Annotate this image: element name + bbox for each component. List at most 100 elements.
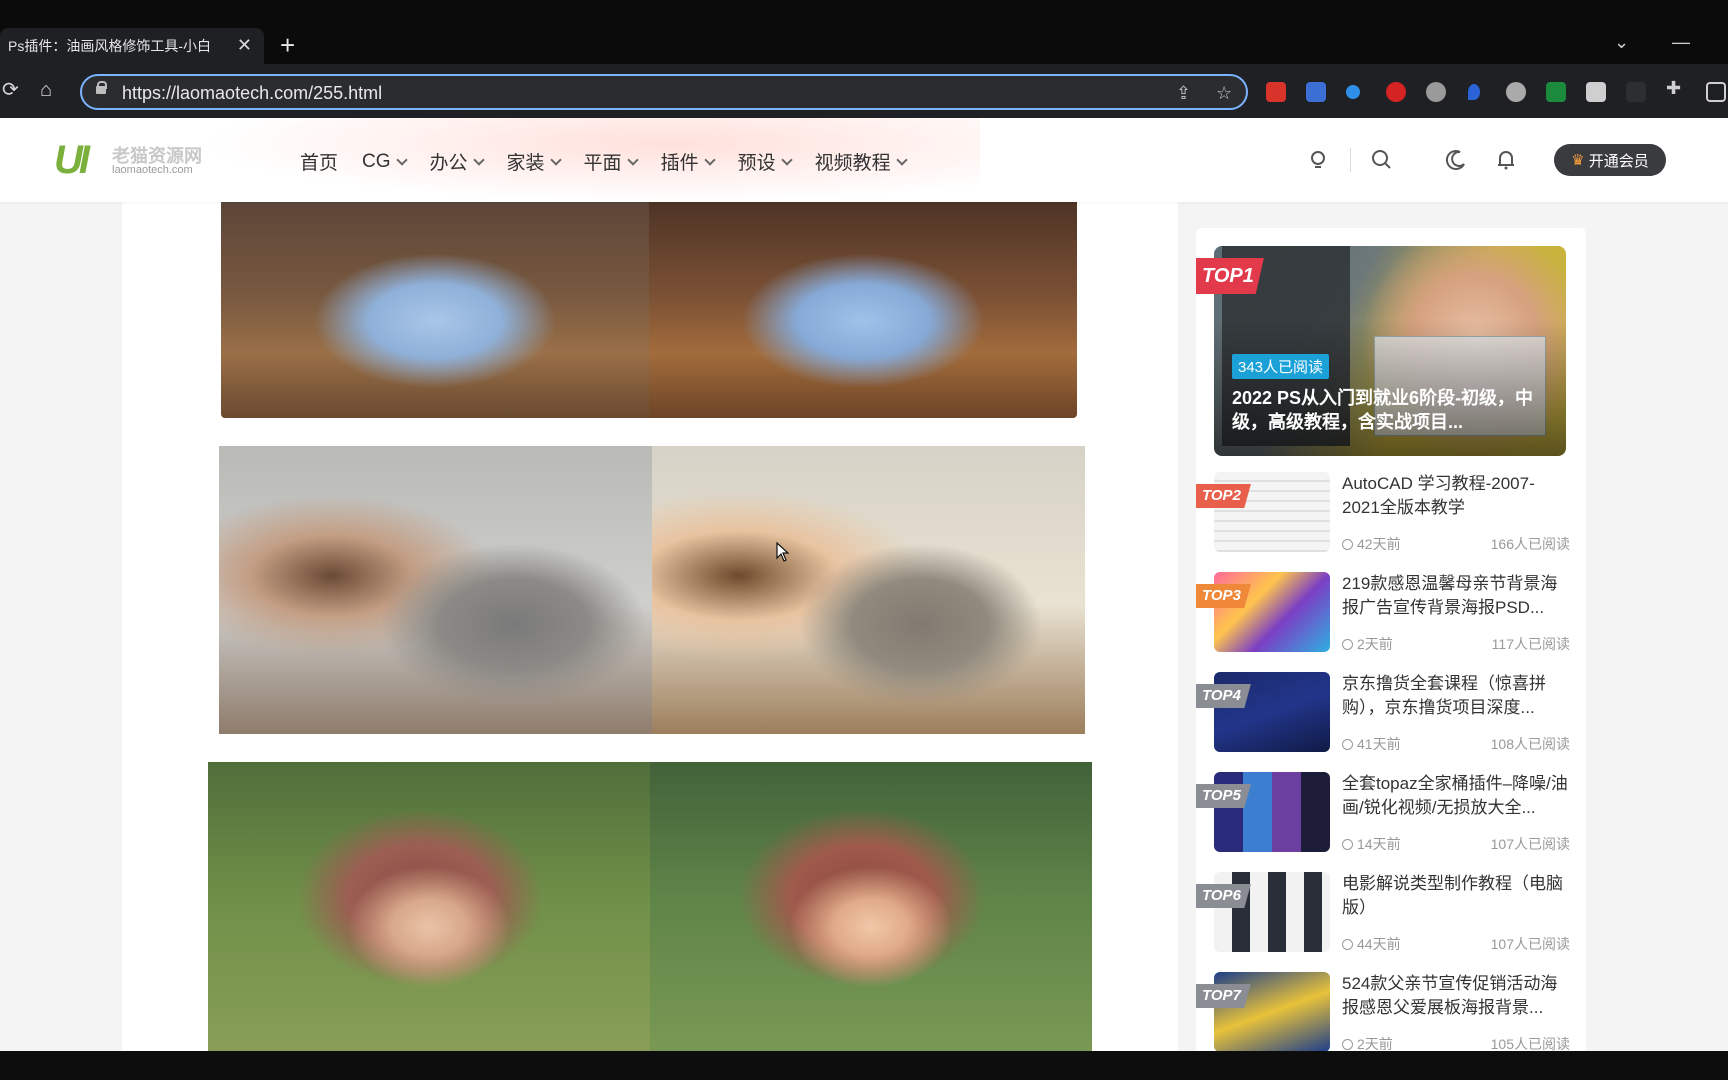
- extension-clip-icon[interactable]: [1306, 82, 1326, 102]
- membership-label: 开通会员: [1588, 152, 1649, 170]
- extension-card-icon[interactable]: [1586, 82, 1606, 102]
- ranking-item[interactable]: TOP3 219款感恩温馨母亲节背景海报广告宣传背景海报PSD... 2天前 1…: [1196, 572, 1586, 660]
- site-logo[interactable]: UI 老猫资源网 laomaotech.com: [54, 140, 204, 180]
- dark-mode-moon-icon[interactable]: [1442, 146, 1470, 174]
- extension-blank-icon[interactable]: [1626, 82, 1646, 102]
- url-text[interactable]: https://laomaotech.com/255.html: [122, 83, 382, 104]
- ranking-item[interactable]: TOP4 京东撸货全套课程（惊喜拼购），京东撸货项目深度... 41天前 108…: [1196, 672, 1586, 760]
- ranking-item[interactable]: TOP7 524款父亲节宣传促销活动海报感恩父爱展板海报背景... 2天前 10…: [1196, 972, 1586, 1051]
- new-tab-button[interactable]: +: [280, 32, 295, 58]
- item-title[interactable]: 219款感恩温馨母亲节背景海报广告宣传背景海报PSD...: [1342, 572, 1570, 620]
- lock-icon[interactable]: [96, 81, 107, 98]
- item-title[interactable]: AutoCAD 学习教程-2007-2021全版本教学: [1342, 472, 1570, 520]
- chevron-down-icon: [472, 153, 485, 166]
- nav-item-video-tutorials[interactable]: 视频教程: [815, 148, 908, 175]
- rank-badge: TOP4: [1196, 684, 1251, 708]
- oil-paint-photo: [650, 762, 1092, 1051]
- nav-item-graphic[interactable]: 平面: [584, 148, 639, 175]
- item-time: 41天前: [1342, 734, 1401, 754]
- chevron-down-icon: [549, 153, 562, 166]
- extension-hand-icon[interactable]: [1386, 82, 1406, 102]
- extension-fe-icon[interactable]: [1266, 82, 1286, 102]
- extension-diamond-icon[interactable]: [1346, 85, 1360, 99]
- item-title[interactable]: 524款父亲节宣传促销活动海报感恩父爱展板海报背景...: [1342, 972, 1570, 1020]
- nav-item-office[interactable]: 办公: [430, 148, 485, 175]
- read-count-badge: 343人已阅读: [1232, 354, 1330, 379]
- original-photo: [221, 202, 649, 418]
- item-title[interactable]: 电影解说类型制作教程（电脑版）: [1342, 872, 1570, 920]
- browser-titlebar: Ps插件：油画风格修饰工具-小白 ✕ + ⌄ —: [0, 0, 1728, 64]
- chevron-down-icon: [895, 153, 908, 166]
- minimize-icon[interactable]: —: [1672, 32, 1690, 53]
- mouse-cursor-icon: [776, 542, 790, 562]
- item-title[interactable]: 全套topaz全家桶插件–降噪/油画/锐化视频/无损放大全...: [1342, 772, 1570, 820]
- ranking-item[interactable]: TOP6 电影解说类型制作教程（电脑版） 44天前 107人已阅读: [1196, 872, 1586, 960]
- before-after-image-girl: [208, 762, 1092, 1051]
- clock-icon: [1342, 1039, 1353, 1050]
- ranking-item[interactable]: TOP2 AutoCAD 学习教程-2007-2021全版本教学 42天前 16…: [1196, 472, 1586, 560]
- lightbulb-icon[interactable]: [1304, 146, 1332, 174]
- clock-icon: [1342, 539, 1353, 550]
- item-views: 105人已阅读: [1490, 1036, 1570, 1051]
- notification-bell-icon[interactable]: [1492, 146, 1520, 174]
- chevron-down-icon: [626, 153, 639, 166]
- tab-title: Ps插件：油画风格修饰工具-小白: [8, 38, 211, 54]
- nav-item-cg[interactable]: CG: [362, 148, 408, 175]
- extension-ghost-icon[interactable]: [1506, 82, 1526, 102]
- header-divider: [1350, 148, 1351, 172]
- item-title[interactable]: 京东撸货全套课程（惊喜拼购），京东撸货项目深度...: [1342, 672, 1570, 720]
- chevron-down-icon: [703, 153, 716, 166]
- clock-icon: [1342, 639, 1353, 650]
- extension-check-icon[interactable]: [1546, 82, 1566, 102]
- logo-mark: UI: [54, 138, 90, 182]
- item-views: 166人已阅读: [1490, 536, 1570, 552]
- site-header: UI 老猫资源网 laomaotech.com 首页 CG 办公 家装 平面 插…: [0, 118, 1728, 202]
- extension-swirl-icon[interactable]: [1426, 82, 1446, 102]
- crown-icon: ♛: [1571, 152, 1585, 169]
- address-bar[interactable]: https://laomaotech.com/255.html ⇪ ☆: [80, 74, 1248, 110]
- home-icon[interactable]: ⌂: [40, 80, 52, 100]
- ranking-item[interactable]: TOP5 全套topaz全家桶插件–降噪/油画/锐化视频/无损放大全... 14…: [1196, 772, 1586, 860]
- item-time: 14天前: [1342, 834, 1401, 854]
- chevron-down-icon: [780, 153, 793, 166]
- before-after-image-boy-rabbit: [219, 446, 1085, 734]
- bookmark-star-icon[interactable]: ☆: [1216, 83, 1232, 104]
- clock-icon: [1342, 939, 1353, 950]
- rank-badge: TOP3: [1196, 584, 1251, 608]
- tab-search-chevron-icon[interactable]: ⌄: [1614, 32, 1629, 53]
- oil-paint-photo: [649, 202, 1077, 418]
- tab-close-icon[interactable]: ✕: [237, 36, 252, 54]
- top1-card[interactable]: 343人已阅读 2022 PS从入门到就业6阶段-初级，中级，高级教程，含实战项…: [1214, 246, 1566, 456]
- reload-icon[interactable]: ⟳: [2, 80, 19, 100]
- clock-icon: [1342, 739, 1353, 750]
- item-views: 117人已阅读: [1491, 636, 1570, 652]
- share-icon[interactable]: ⇪: [1176, 83, 1191, 104]
- item-time: 42天前: [1342, 534, 1401, 554]
- web-page: UI 老猫资源网 laomaotech.com 首页 CG 办公 家装 平面 插…: [0, 118, 1728, 1051]
- rank-badge: TOP2: [1196, 484, 1251, 508]
- item-views: 107人已阅读: [1490, 836, 1570, 852]
- extension-drop-icon[interactable]: [1468, 84, 1480, 100]
- nav-item-plugins[interactable]: 插件: [661, 148, 716, 175]
- nav-item-presets[interactable]: 预设: [738, 148, 793, 175]
- top1-title[interactable]: 2022 PS从入门到就业6阶段-初级，中级，高级教程，含实战项目...: [1232, 386, 1552, 434]
- chevron-down-icon: [395, 153, 408, 166]
- original-photo: [219, 446, 652, 734]
- browser-toolbar: ⟳ ⌂ https://laomaotech.com/255.html ⇪ ☆ …: [0, 64, 1728, 118]
- item-time: 2天前: [1342, 1034, 1393, 1051]
- browser-tab[interactable]: Ps插件：油画风格修饰工具-小白 ✕: [0, 28, 264, 64]
- nav-item-home-decor[interactable]: 家装: [507, 148, 562, 175]
- extensions-puzzle-icon[interactable]: ✚: [1666, 78, 1686, 98]
- item-views: 108人已阅读: [1490, 736, 1570, 752]
- open-membership-button[interactable]: ♛ 开通会员: [1554, 144, 1666, 176]
- side-panel-icon[interactable]: [1706, 82, 1726, 102]
- article-content: [122, 202, 1178, 1051]
- oil-paint-photo: [652, 446, 1085, 734]
- nav-item-home[interactable]: 首页: [300, 148, 338, 175]
- hot-ranking-sidebar: 343人已阅读 2022 PS从入门到就业6阶段-初级，中级，高级教程，含实战项…: [1196, 228, 1586, 1051]
- search-icon[interactable]: [1368, 146, 1396, 174]
- bottom-black-bar: [0, 1051, 1728, 1080]
- rank-badge-top1: TOP1: [1196, 258, 1264, 294]
- original-photo: [208, 762, 650, 1051]
- item-views: 107人已阅读: [1490, 936, 1570, 952]
